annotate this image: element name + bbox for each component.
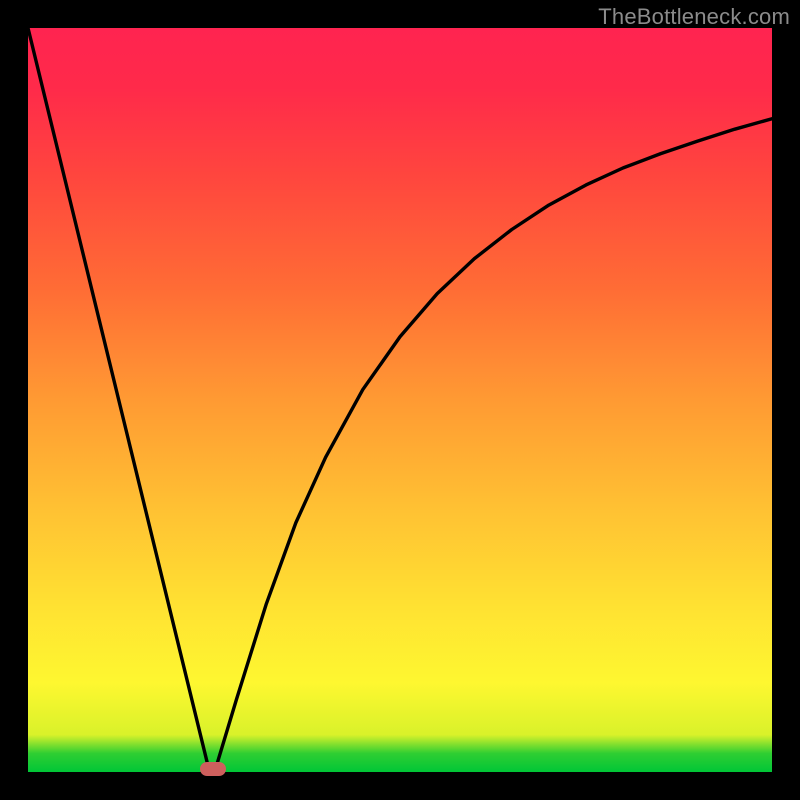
bottleneck-curve bbox=[28, 28, 772, 772]
watermark-text: TheBottleneck.com bbox=[598, 4, 790, 30]
plot-area bbox=[28, 28, 772, 772]
bottleneck-marker bbox=[200, 762, 226, 776]
chart-frame: TheBottleneck.com bbox=[0, 0, 800, 800]
